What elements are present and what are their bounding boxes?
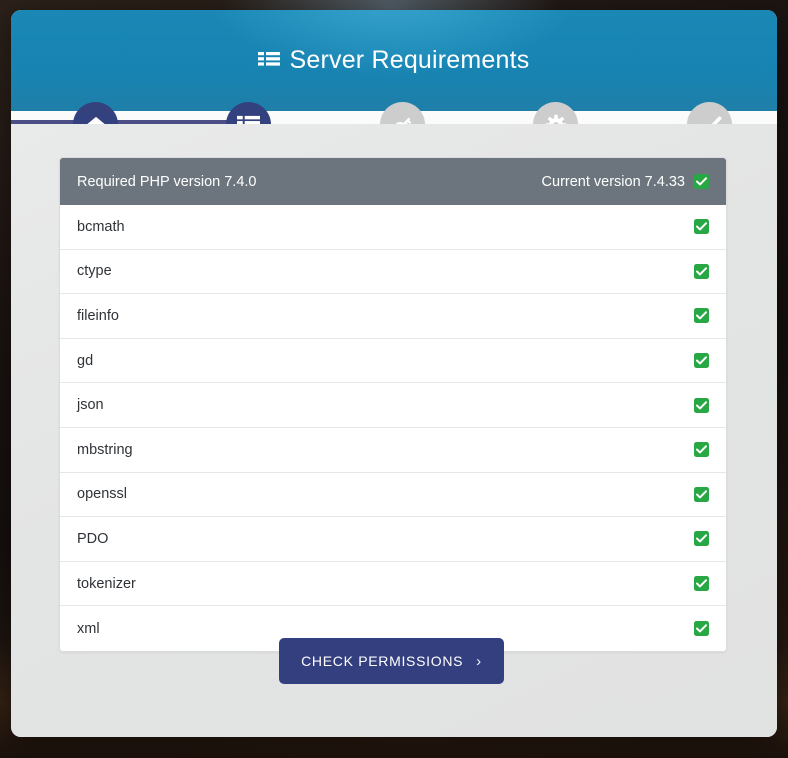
check-permissions-button[interactable]: CHECK PERMISSIONS ›	[279, 638, 504, 684]
table-row: PDO	[60, 517, 726, 562]
extension-name: fileinfo	[77, 307, 119, 324]
card-header: Server Requirements	[11, 10, 777, 111]
current-version-group: Current version 7.4.33	[542, 174, 709, 190]
extension-name: openssl	[77, 486, 127, 503]
status-check-icon	[694, 308, 709, 324]
table-row: ctype	[60, 249, 726, 295]
status-check-icon	[694, 219, 709, 235]
status-check-icon	[694, 353, 709, 369]
status-check-icon	[694, 486, 709, 502]
extension-name: bcmath	[77, 218, 125, 235]
table-row: tokenizer	[60, 561, 726, 607]
table-row: json	[60, 383, 726, 428]
extension-name: json	[77, 397, 104, 414]
required-php-version-label: Required PHP version 7.4.0	[77, 173, 257, 190]
status-check-icon	[694, 576, 709, 592]
status-check-icon	[694, 263, 709, 279]
card-body: Required PHP version 7.4.0 Current versi…	[11, 124, 777, 737]
status-check-icon	[694, 442, 709, 458]
chevron-right-icon: ›	[476, 652, 482, 670]
table-row: fileinfo	[60, 294, 726, 339]
table-row: gd	[60, 338, 726, 384]
extension-name: gd	[77, 352, 94, 369]
status-check-icon	[694, 621, 709, 637]
extension-name: PDO	[77, 530, 109, 547]
requirements-list-header: Required PHP version 7.4.0 Current versi…	[60, 158, 726, 205]
extension-name: ctype	[77, 263, 112, 280]
page-title: Server Requirements	[11, 46, 777, 77]
table-row: openssl	[60, 472, 726, 518]
status-check-icon	[694, 531, 709, 547]
table-row: bcmath	[60, 205, 726, 250]
extension-name: mbstring	[77, 441, 133, 458]
extension-name: xml	[77, 620, 100, 637]
requirements-list: Required PHP version 7.4.0 Current versi…	[59, 157, 727, 652]
extension-name: tokenizer	[77, 575, 136, 592]
page-title-text: Server Requirements	[289, 46, 530, 74]
installer-card: Server Requirements Required PHP version…	[11, 10, 777, 737]
check-permissions-label: CHECK PERMISSIONS	[301, 653, 464, 669]
list-icon	[258, 48, 281, 77]
table-row: mbstring	[60, 427, 726, 473]
current-php-version-label: Current version 7.4.33	[541, 173, 685, 190]
status-check-icon	[694, 174, 709, 189]
status-check-icon	[694, 397, 709, 413]
